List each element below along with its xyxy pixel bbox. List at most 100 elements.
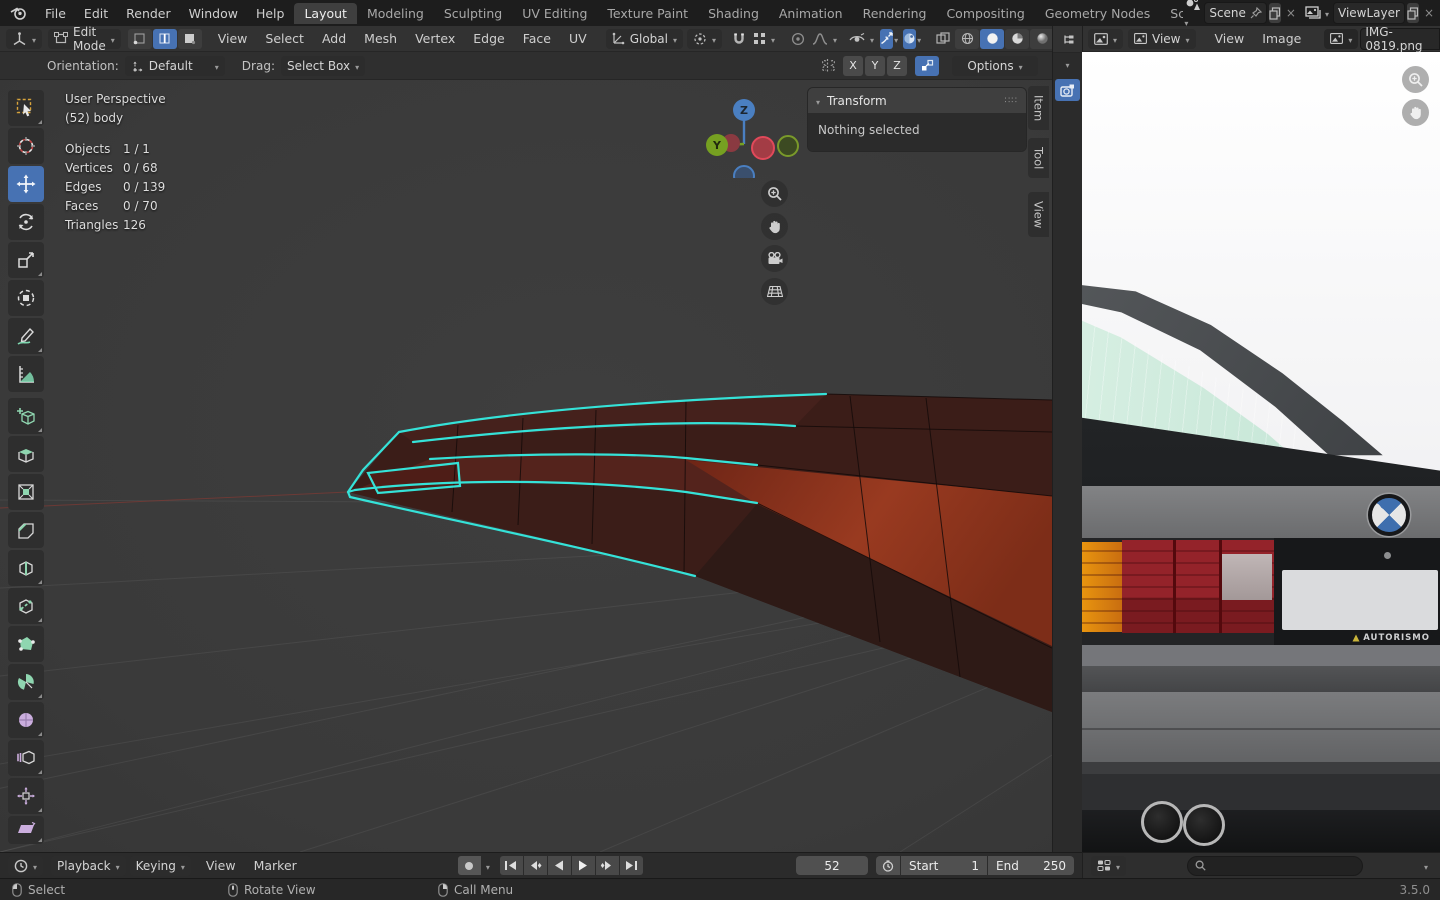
- workspace-tab-scripting[interactable]: Scripting: [1160, 3, 1183, 24]
- menu-window[interactable]: Window: [180, 6, 247, 21]
- xray-toggle-icon[interactable]: [936, 29, 950, 49]
- workspace-tab-sculpting[interactable]: Sculpting: [434, 3, 512, 24]
- workspace-tab-compositing[interactable]: Compositing: [936, 3, 1034, 24]
- image-zoom-icon[interactable]: [1402, 66, 1429, 93]
- mirror-y-button[interactable]: Y: [865, 55, 885, 76]
- zoom-icon[interactable]: [761, 180, 788, 207]
- blender-logo-icon[interactable]: [10, 6, 28, 20]
- proportional-falloff-dropdown[interactable]: [806, 29, 843, 49]
- view-layer-chevron-icon[interactable]: [1325, 6, 1329, 20]
- workspace-tab-texture-paint[interactable]: Texture Paint: [597, 3, 698, 24]
- jump-to-start-button[interactable]: [499, 856, 523, 875]
- viewport-canvas[interactable]: User Perspective (52) body Objects 1 / 1 …: [0, 80, 1052, 852]
- tool-scale[interactable]: [8, 242, 44, 278]
- tool-inset-faces[interactable]: [8, 474, 44, 510]
- orientation-gizmo[interactable]: Z Y: [700, 88, 800, 178]
- select-mode-vertex-icon[interactable]: [127, 28, 152, 49]
- current-frame-field[interactable]: 52: [796, 856, 868, 875]
- shading-wireframe-icon[interactable]: [955, 28, 980, 49]
- workspace-tab-geometry-nodes[interactable]: Geometry Nodes: [1035, 3, 1160, 24]
- editor-type-3d-viewport-icon[interactable]: [6, 28, 43, 49]
- viewport-menu-edge[interactable]: Edge: [464, 31, 513, 46]
- snap-base-toggle-icon[interactable]: [915, 55, 939, 76]
- grid-ortho-icon[interactable]: [761, 278, 788, 305]
- tool-bevel[interactable]: [8, 512, 44, 548]
- frame-start-field[interactable]: Start 1: [901, 856, 987, 875]
- pan-hand-icon[interactable]: [761, 213, 788, 240]
- options-dropdown[interactable]: Options: [952, 55, 1038, 76]
- viewport-menu-vertex[interactable]: Vertex: [406, 31, 464, 46]
- tool-spin[interactable]: [8, 664, 44, 700]
- browse-scene-icon[interactable]: [1184, 0, 1201, 29]
- mirror-x-button[interactable]: X: [843, 55, 863, 76]
- workspace-tab-uv-editing[interactable]: UV Editing: [512, 3, 597, 24]
- viewport-menu-add[interactable]: Add: [313, 31, 355, 46]
- transform-orientation-dropdown[interactable]: Global: [605, 28, 683, 49]
- auto-keying-record-icon[interactable]: [457, 856, 481, 875]
- snap-toggle-magnet-icon[interactable]: [732, 29, 746, 49]
- workspace-tab-modeling[interactable]: Modeling: [357, 3, 434, 24]
- viewport-menu-select[interactable]: Select: [256, 31, 313, 46]
- play-reverse-button[interactable]: [547, 856, 571, 875]
- scene-name[interactable]: Scene: [1209, 6, 1246, 20]
- proportional-editing-icon[interactable]: [791, 29, 805, 49]
- collapse-chevron-icon[interactable]: [816, 94, 820, 108]
- tool-cursor[interactable]: [8, 128, 44, 164]
- shading-rendered-icon[interactable]: [1030, 28, 1055, 49]
- gizmos-chevron-icon[interactable]: [894, 32, 898, 46]
- panel-grip-icon[interactable]: ∷∷: [1005, 96, 1018, 106]
- drag-mode-dropdown[interactable]: Select Box: [280, 55, 366, 76]
- workspace-tab-animation[interactable]: Animation: [769, 3, 853, 24]
- tool-extrude-region[interactable]: [8, 436, 44, 472]
- tool-rotate[interactable]: [8, 204, 44, 240]
- viewport-menu-view[interactable]: View: [209, 31, 257, 46]
- previous-keyframe-button[interactable]: [523, 856, 547, 875]
- tool-add-cube[interactable]: [8, 398, 44, 434]
- playback-dropdown[interactable]: Playback: [51, 855, 126, 876]
- overlays-toggle-icon[interactable]: [903, 28, 917, 49]
- image-menu-view[interactable]: View: [1206, 31, 1254, 46]
- viewport-menu-uv[interactable]: UV: [560, 31, 596, 46]
- viewport-menu-mesh[interactable]: Mesh: [355, 31, 406, 46]
- workspace-tab-shading[interactable]: Shading: [698, 3, 769, 24]
- menu-help[interactable]: Help: [247, 6, 294, 21]
- view-layer-name[interactable]: ViewLayer: [1338, 6, 1400, 20]
- properties-editor-icon[interactable]: [1091, 855, 1127, 876]
- menu-render[interactable]: Render: [117, 6, 180, 21]
- view-layer-icon[interactable]: [1305, 6, 1322, 20]
- overlays-chevron-icon[interactable]: [917, 32, 921, 46]
- tool-move[interactable]: [8, 166, 44, 202]
- tool-orientation-dropdown[interactable]: Default: [124, 55, 225, 76]
- remove-view-layer-icon[interactable]: [1424, 6, 1434, 20]
- tool-annotate[interactable]: [8, 318, 44, 354]
- sidebar-tab-item[interactable]: Item: [1028, 86, 1049, 131]
- play-button[interactable]: [571, 856, 595, 875]
- frame-end-field[interactable]: End 250: [988, 856, 1074, 875]
- tool-knife[interactable]: [8, 588, 44, 624]
- menu-file[interactable]: File: [36, 6, 75, 21]
- reference-image-canvas[interactable]: AUTORISMO: [1082, 52, 1440, 852]
- unlink-scene-icon[interactable]: [1286, 6, 1296, 20]
- gizmos-toggle-icon[interactable]: [880, 28, 894, 49]
- next-keyframe-button[interactable]: [595, 856, 619, 875]
- tool-shear[interactable]: [8, 816, 44, 844]
- tool-smooth[interactable]: [8, 702, 44, 738]
- jump-to-end-button[interactable]: [619, 856, 643, 875]
- sidebar-tab-tool[interactable]: Tool: [1028, 138, 1049, 179]
- editor-type-timeline-icon[interactable]: [8, 855, 44, 876]
- shading-material-icon[interactable]: [1005, 28, 1030, 49]
- keying-set-chevron-icon[interactable]: [486, 859, 490, 873]
- timeline-menu-view[interactable]: View: [197, 858, 245, 873]
- shading-solid-icon[interactable]: [980, 28, 1005, 49]
- workspace-tab-layout[interactable]: Layout: [294, 2, 357, 24]
- gizmo-axis-z-neg[interactable]: [733, 165, 755, 178]
- camera-view-icon[interactable]: [761, 245, 788, 272]
- image-name-field[interactable]: IMG-0819.png: [1360, 25, 1440, 53]
- transform-panel-header[interactable]: Transform ∷∷: [808, 88, 1026, 113]
- tool-measure[interactable]: [8, 356, 44, 392]
- use-preview-range-icon[interactable]: [876, 856, 900, 875]
- image-datablock-icon[interactable]: [1324, 28, 1359, 49]
- mirror-z-button[interactable]: Z: [887, 55, 907, 76]
- menu-edit[interactable]: Edit: [75, 6, 117, 21]
- show-gizmo-dropdown[interactable]: [843, 29, 880, 49]
